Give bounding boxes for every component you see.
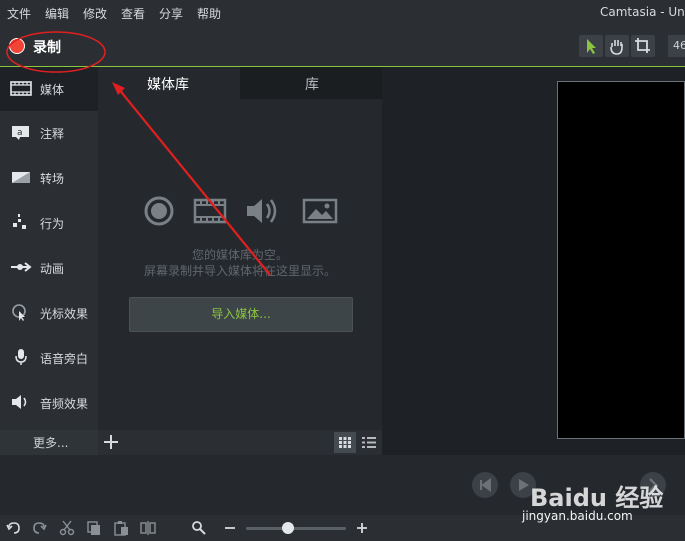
grid-icon <box>339 437 351 448</box>
paste-icon[interactable] <box>113 520 129 536</box>
window-title: Camtasia - Un <box>600 5 685 19</box>
crop-tool-button[interactable] <box>631 35 655 57</box>
sidebar-item-voice-narration[interactable]: 语音旁白 <box>0 336 98 380</box>
zoom-slider-thumb[interactable] <box>282 522 294 534</box>
menu-bar: 文件 编辑 修改 查看 分享 帮助 Camtasia - Un <box>0 0 685 26</box>
sidebar-item-media[interactable]: 媒体 <box>0 67 98 111</box>
add-icon[interactable] <box>102 433 120 451</box>
sidebar-item-audio-effects[interactable]: 音频效果 <box>0 381 98 425</box>
menu-share[interactable]: 分享 <box>159 5 183 22</box>
video-icon <box>193 198 227 224</box>
step-back-button[interactable] <box>472 472 498 498</box>
sidebar-item-label: 媒体 <box>40 83 65 97</box>
sidebar-item-cursor-effects[interactable]: 光标效果 <box>0 291 98 335</box>
record-circle-icon <box>144 196 174 226</box>
watermark-url: jingyan.baidu.com <box>522 509 633 523</box>
menu-modify[interactable]: 修改 <box>83 5 107 22</box>
empty-state-message: 您的媒体库为空。 <box>191 248 288 262</box>
sidebar-item-animations[interactable]: 动画 <box>0 246 98 290</box>
tab-media-bin[interactable]: 媒体库 <box>98 67 240 99</box>
sidebar-item-label: 动画 <box>40 262 65 276</box>
zoom-in-icon[interactable] <box>354 520 370 536</box>
sidebar-item-label: 语音旁白 <box>40 352 89 366</box>
grid-view-button[interactable] <box>334 432 356 453</box>
tab-library-label: 库 <box>305 77 319 93</box>
pan-tool-button[interactable] <box>605 35 629 57</box>
behavior-icon <box>13 214 26 229</box>
sidebar-item-behaviors[interactable]: 行为 <box>0 201 98 245</box>
search-icon <box>192 521 206 535</box>
crop-icon <box>635 38 650 53</box>
toolbar: 录制 46 <box>0 26 685 67</box>
cut-icon[interactable] <box>59 520 75 536</box>
speaker-icon <box>12 395 27 409</box>
microphone-icon <box>15 349 27 365</box>
split-icon[interactable] <box>140 520 156 536</box>
menu-file[interactable]: 文件 <box>7 5 31 22</box>
film-strip-icon <box>10 81 32 96</box>
tab-media-bin-label: 媒体库 <box>147 77 189 93</box>
preview-canvas[interactable] <box>557 81 685 439</box>
record-button[interactable]: 录制 <box>33 37 61 57</box>
cursor-effect-icon <box>12 304 26 321</box>
arrow-cursor-icon <box>587 39 596 54</box>
audio-icon <box>247 199 277 223</box>
more-button[interactable]: 更多... <box>0 430 98 455</box>
redo-icon[interactable] <box>32 520 48 536</box>
menu-edit[interactable]: 编辑 <box>45 5 69 22</box>
zoom-out-icon[interactable] <box>222 520 238 536</box>
transition-icon <box>12 172 30 183</box>
copy-icon[interactable] <box>86 520 102 536</box>
select-tool-button[interactable] <box>579 35 603 57</box>
sidebar-item-transitions[interactable]: 转场 <box>0 156 98 200</box>
sidebar-item-label: 音频效果 <box>40 397 89 411</box>
annotation-icon: a <box>12 126 29 140</box>
zoom-slider[interactable] <box>246 527 346 530</box>
sidebar: 媒体 a 注释 转场 行为 动画 光标效果 语音旁白 音频效果 <box>0 67 98 455</box>
tab-library[interactable]: 库 <box>240 67 382 99</box>
sidebar-item-label: 注释 <box>40 127 65 141</box>
sidebar-item-annotations[interactable]: a 注释 <box>0 111 98 155</box>
watermark-logo: Baidu 经验 <box>530 484 664 512</box>
zoom-level-field[interactable]: 46 <box>668 35 685 57</box>
sidebar-item-label: 行为 <box>40 217 65 231</box>
step-back-icon <box>480 478 491 492</box>
empty-state-hint: 屏幕录制并导入媒体将在这里显示。 <box>143 264 336 278</box>
record-icon[interactable] <box>9 38 25 54</box>
sidebar-item-label: 光标效果 <box>40 307 89 321</box>
menu-help[interactable]: 帮助 <box>197 5 221 22</box>
media-panel-footer <box>98 430 382 455</box>
menu-view[interactable]: 查看 <box>121 5 145 22</box>
import-media-button[interactable]: 导入媒体... <box>129 297 353 332</box>
more-label: 更多... <box>33 436 69 450</box>
svg-text:a: a <box>17 128 23 138</box>
list-icon <box>362 437 376 448</box>
sidebar-item-label: 转场 <box>40 172 65 186</box>
undo-icon[interactable] <box>5 520 21 536</box>
list-view-button[interactable] <box>358 432 380 453</box>
animation-icon <box>11 262 32 272</box>
hand-icon <box>610 40 623 55</box>
image-icon <box>302 198 338 224</box>
